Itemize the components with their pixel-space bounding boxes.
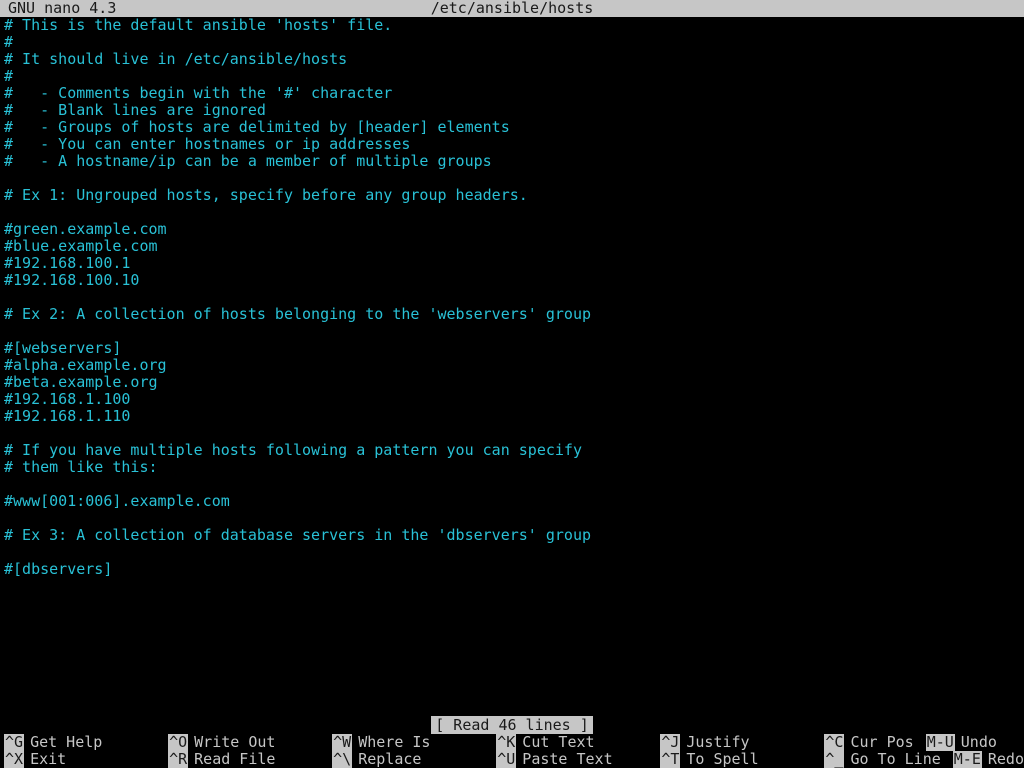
- shortcut-item[interactable]: ^U Paste Text: [492, 751, 656, 768]
- shortcut-label: Justify: [686, 734, 749, 751]
- editor-line[interactable]: [4, 204, 1020, 221]
- editor-line[interactable]: # This is the default ansible 'hosts' fi…: [4, 17, 1020, 34]
- editor-line[interactable]: #: [4, 68, 1020, 85]
- editor-line[interactable]: # - A hostname/ip can be a member of mul…: [4, 153, 1020, 170]
- shortcut-label: Exit: [30, 751, 66, 768]
- shortcut-item[interactable]: ^C Cur Pos M-U Undo: [820, 734, 1024, 751]
- shortcut-key: ^K: [496, 734, 516, 751]
- editor-line[interactable]: #green.example.com: [4, 221, 1020, 238]
- editor-line[interactable]: # - Groups of hosts are delimited by [he…: [4, 119, 1020, 136]
- shortcut-key: M-E: [953, 751, 982, 768]
- shortcut-label: Go To Line: [850, 751, 940, 768]
- editor-line[interactable]: # - You can enter hostnames or ip addres…: [4, 136, 1020, 153]
- editor-line[interactable]: # If you have multiple hosts following a…: [4, 442, 1020, 459]
- shortcut-bar: ^G Get Help ^O Write Out ^W Where Is ^K Cut Tex…: [0, 734, 1024, 768]
- shortcut-label: Redo: [988, 751, 1024, 768]
- editor-line[interactable]: # Ex 3: A collection of database servers…: [4, 527, 1020, 544]
- shortcut-label: Undo: [961, 734, 997, 751]
- editor-line[interactable]: # - Blank lines are ignored: [4, 102, 1020, 119]
- shortcut-key: ^C: [824, 734, 844, 751]
- shortcut-item[interactable]: ^J Justify: [656, 734, 820, 751]
- shortcut-key: ^R: [168, 751, 188, 768]
- title-bar: /etc/ansible/hosts GNU nano 4.3: [0, 0, 1024, 17]
- shortcut-label: Where Is: [358, 734, 430, 751]
- editor-line[interactable]: #[webservers]: [4, 340, 1020, 357]
- shortcut-key: M-U: [926, 734, 955, 751]
- editor-line[interactable]: # - Comments begin with the '#' characte…: [4, 85, 1020, 102]
- editor-line[interactable]: #192.168.100.10: [4, 272, 1020, 289]
- shortcut-item[interactable]: ^\ Replace: [328, 751, 492, 768]
- editor-line[interactable]: # Ex 1: Ungrouped hosts, specify before …: [4, 187, 1020, 204]
- editor-line[interactable]: [4, 323, 1020, 340]
- shortcut-key: ^G: [4, 734, 24, 751]
- editor-line[interactable]: [4, 510, 1020, 527]
- editor-line[interactable]: [4, 170, 1020, 187]
- shortcut-label: Get Help: [30, 734, 102, 751]
- shortcut-item[interactable]: ^_ Go To Line M-E Redo: [820, 751, 1024, 768]
- editor-line[interactable]: [4, 425, 1020, 442]
- editor-line[interactable]: #www[001:006].example.com: [4, 493, 1020, 510]
- editor-line[interactable]: #blue.example.com: [4, 238, 1020, 255]
- editor-line[interactable]: #alpha.example.org: [4, 357, 1020, 374]
- editor-line[interactable]: #beta.example.org: [4, 374, 1020, 391]
- shortcut-item[interactable]: ^R Read File: [164, 751, 328, 768]
- editor-line[interactable]: [4, 289, 1020, 306]
- editor-line[interactable]: # Ex 2: A collection of hosts belonging …: [4, 306, 1020, 323]
- shortcut-label: Cur Pos: [850, 734, 913, 751]
- editor-line[interactable]: # It should live in /etc/ansible/hosts: [4, 51, 1020, 68]
- editor-line[interactable]: #192.168.1.110: [4, 408, 1020, 425]
- title-file: /etc/ansible/hosts: [0, 0, 1024, 17]
- shortcut-key: ^O: [168, 734, 188, 751]
- shortcut-key: ^J: [660, 734, 680, 751]
- shortcut-label: To Spell: [686, 751, 758, 768]
- shortcut-item[interactable]: ^W Where Is: [328, 734, 492, 751]
- shortcut-item[interactable]: ^G Get Help: [0, 734, 164, 751]
- editor-line[interactable]: [4, 476, 1020, 493]
- shortcut-key: ^W: [332, 734, 352, 751]
- editor-content[interactable]: # This is the default ansible 'hosts' fi…: [0, 17, 1024, 578]
- shortcut-key: ^_: [824, 751, 844, 768]
- nano-terminal: /etc/ansible/hosts GNU nano 4.3 # This i…: [0, 0, 1024, 768]
- shortcut-item[interactable]: ^T To Spell: [656, 751, 820, 768]
- editor-line[interactable]: #192.168.1.100: [4, 391, 1020, 408]
- editor-line[interactable]: #192.168.100.1: [4, 255, 1020, 272]
- shortcut-key: ^X: [4, 751, 24, 768]
- shortcut-label: Replace: [358, 751, 421, 768]
- shortcut-item[interactable]: ^K Cut Text: [492, 734, 656, 751]
- editor-line[interactable]: # them like this:: [4, 459, 1020, 476]
- shortcut-item[interactable]: ^X Exit: [0, 751, 164, 768]
- shortcut-key: ^T: [660, 751, 680, 768]
- shortcut-label: Read File: [194, 751, 275, 768]
- shortcut-key: ^\: [332, 751, 352, 768]
- shortcut-key: ^U: [496, 751, 516, 768]
- shortcut-label: Cut Text: [522, 734, 594, 751]
- shortcut-label: Paste Text: [522, 751, 612, 768]
- title-app: GNU nano 4.3: [0, 0, 116, 17]
- editor-line[interactable]: #[dbservers]: [4, 561, 1020, 578]
- shortcut-item[interactable]: ^O Write Out: [164, 734, 328, 751]
- shortcut-label: Write Out: [194, 734, 275, 751]
- editor-line[interactable]: [4, 544, 1020, 561]
- status-bar: [ Read 46 lines ]: [0, 717, 1024, 734]
- status-message: [ Read 46 lines ]: [431, 716, 593, 734]
- editor-line[interactable]: #: [4, 34, 1020, 51]
